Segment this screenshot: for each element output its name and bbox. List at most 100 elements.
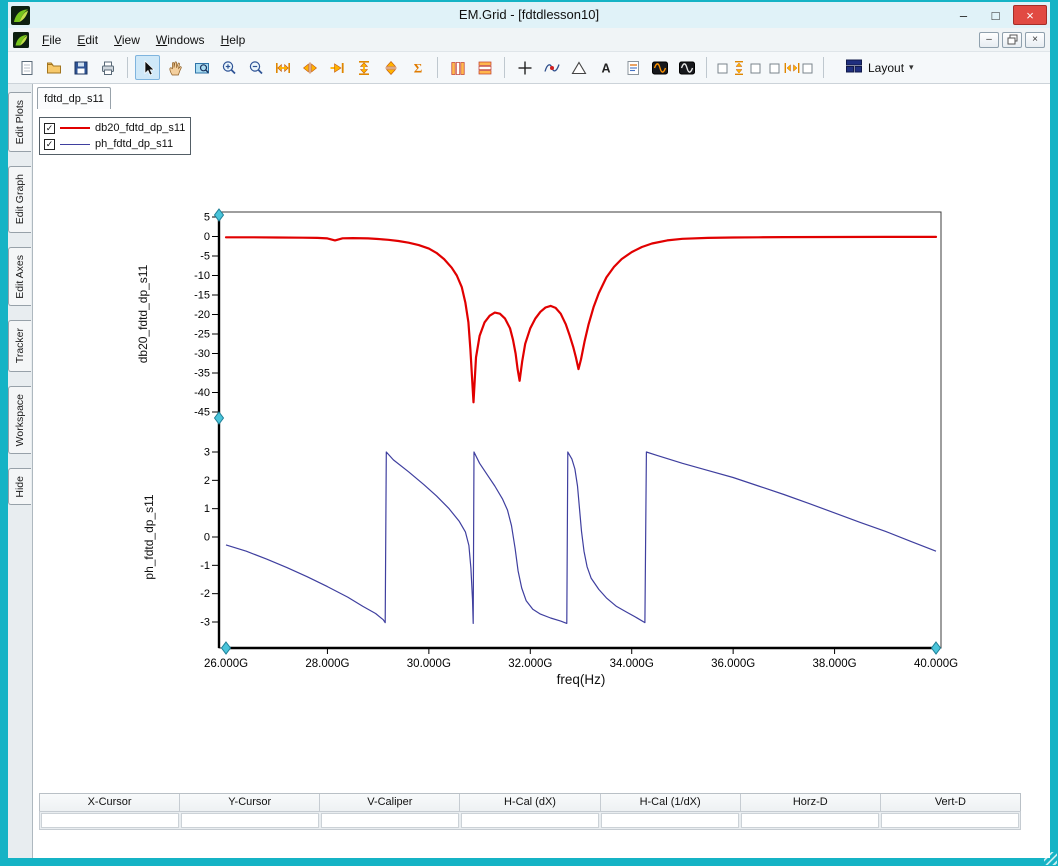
wave-white-icon (678, 61, 695, 74)
open-folder-button[interactable] (41, 55, 66, 80)
mdi-close-button[interactable]: × (1025, 31, 1045, 48)
x-tick-label: 40.000G (914, 658, 958, 670)
x-axis-label: freq(Hz) (556, 672, 606, 687)
legend-row: ✓ db20_fdtd_dp_s11 (44, 120, 186, 136)
document-tab-label: fdtd_dp_s11 (44, 92, 104, 105)
menu-view[interactable]: View (106, 30, 148, 50)
pan-hand-button[interactable] (162, 55, 187, 80)
menu-items: File Edit View Windows Help (34, 30, 253, 50)
readout-column-header: H-Cal (dX) (460, 794, 601, 811)
readout-column-header: V-Caliper (320, 794, 461, 811)
sidebar-tab-edit-graph[interactable]: Edit Graph (8, 166, 31, 233)
wave-orange-button[interactable] (647, 55, 672, 80)
sidebar-tab-edit-plots[interactable]: Edit Plots (8, 92, 31, 153)
sidebar: Edit Plots Edit Graph Edit Axes Tracker Work… (8, 84, 32, 858)
h-split-button[interactable] (297, 55, 322, 80)
readout-value-cell (741, 813, 879, 828)
document-tab[interactable]: fdtd_dp_s11 (37, 87, 111, 109)
column-bars-button[interactable] (445, 55, 470, 80)
y-tick-label: 0 (204, 231, 210, 243)
readout-value-cell (321, 813, 459, 828)
plot-canvas[interactable]: 5 0 -5 -10 -15 -20 -25 -30 -35 -40 -45 3 2 1 0 -1 -2 -3 26… (33, 84, 1050, 858)
menu-help[interactable]: Help (213, 30, 254, 50)
sidebar-tab-workspace[interactable]: Workspace (8, 385, 31, 454)
readout-value-cell (461, 813, 599, 828)
new-document-button[interactable] (14, 55, 39, 80)
sidebar-tab-tracker[interactable]: Tracker (8, 320, 31, 372)
layout-dropdown-label: Layout (868, 60, 905, 75)
plot-frame (218, 211, 942, 649)
readout-column-header: Y-Cursor (180, 794, 321, 811)
legend: ✓ db20_fdtd_dp_s11 ✓ ph_fdtd_dp_s11 (39, 117, 191, 155)
menu-file[interactable]: File (34, 30, 69, 50)
select-arrow-button[interactable] (135, 55, 160, 80)
y-tick-label: 0 (204, 532, 210, 544)
y-tick-label: 5 (204, 212, 210, 224)
y-tick-label: 3 (204, 447, 210, 459)
h-axis-toggle-button[interactable] (766, 55, 816, 80)
sidebar-tab-label: Tracker (14, 328, 26, 364)
mdi-restore-button[interactable] (1002, 31, 1022, 48)
minimize-button[interactable]: – (949, 5, 978, 25)
sidebar-tab-edit-axes[interactable]: Edit Axes (8, 246, 31, 307)
row-bars-button[interactable] (472, 55, 497, 80)
delta-marker-button[interactable] (566, 55, 591, 80)
x-tick-label: 30.000G (407, 658, 451, 670)
zoom-region-button[interactable] (189, 55, 214, 80)
toolbar-separator (706, 57, 707, 78)
y-tick-label: -35 (194, 368, 210, 380)
legend-series-label: db20_fdtd_dp_s11 (95, 122, 186, 134)
select-arrow-icon (144, 59, 155, 75)
readout-header-row: X-Cursor Y-Cursor V-Caliper H-Cal (dX) H-Cal… (39, 793, 1021, 811)
title-bar: EM.Grid - [fdtdlesson10] – □ × (8, 2, 1050, 28)
close-button[interactable]: × (1013, 5, 1047, 25)
h-expand-button[interactable] (270, 55, 295, 80)
svg-text:A: A (601, 61, 610, 75)
y-tick-label: -45 (194, 407, 210, 419)
readout-column-header: Horz-D (740, 794, 881, 811)
readout-value-cell (601, 813, 739, 828)
sidebar-tab-label: Hide (14, 475, 26, 498)
menu-windows[interactable]: Windows (148, 30, 213, 50)
content-area: 5 0 -5 -10 -15 -20 -25 -30 -35 -40 -45 3 2 1 0 -1 -2 -3 26… (32, 84, 1050, 858)
y-axis-label-top: db20_fdtd_dp_s11 (136, 264, 150, 364)
zoom-in-icon (222, 60, 236, 74)
v-expand-button[interactable] (351, 55, 376, 80)
v-axis-toggle-button[interactable] (714, 55, 764, 80)
y-tick-label: -2 (200, 588, 210, 600)
menu-edit[interactable]: Edit (69, 30, 106, 50)
mdi-buttons: – × (979, 31, 1045, 48)
zoom-in-button[interactable] (216, 55, 241, 80)
add-cross-button[interactable] (512, 55, 537, 80)
maximize-button[interactable]: □ (981, 5, 1010, 25)
app-window: EM.Grid - [fdtdlesson10] – □ × File Edit V… (0, 0, 1058, 866)
legend-checkbox[interactable]: ✓ (44, 122, 55, 134)
text-annotation-button[interactable]: A (593, 55, 618, 80)
sum-sigma-button[interactable]: Σ (405, 55, 430, 80)
dropdown-caret-icon: ▾ (909, 62, 914, 72)
mdi-minimize-button[interactable]: – (979, 31, 999, 48)
v-split-button[interactable] (378, 55, 403, 80)
legend-row: ✓ ph_fdtd_dp_s11 (44, 136, 186, 152)
save-button[interactable] (68, 55, 93, 80)
y-axis-label-bottom: ph_fdtd_dp_s11 (142, 494, 156, 580)
h-shift-right-icon (330, 62, 344, 73)
x-tick-label: 34.000G (610, 658, 654, 670)
wave-white-button[interactable] (674, 55, 699, 80)
legend-checkbox[interactable]: ✓ (44, 138, 55, 150)
y-tick-label: -20 (194, 309, 210, 321)
h-shift-right-button[interactable] (324, 55, 349, 80)
toolbar-separator (823, 57, 824, 78)
toolbar-separator (437, 57, 438, 78)
v-split-icon (385, 60, 396, 75)
resize-grip[interactable] (1044, 852, 1057, 865)
sidebar-tab-hide[interactable]: Hide (8, 467, 31, 506)
note-page-button[interactable] (620, 55, 645, 80)
v-expand-icon (358, 60, 369, 75)
curve-marker-button[interactable] (539, 55, 564, 80)
layout-dropdown-button[interactable]: Layout ▾ (837, 55, 922, 80)
y-tick-label: -10 (194, 270, 210, 282)
zoom-out-button[interactable] (243, 55, 268, 80)
print-button[interactable] (95, 55, 120, 80)
h-expand-icon (275, 62, 290, 73)
